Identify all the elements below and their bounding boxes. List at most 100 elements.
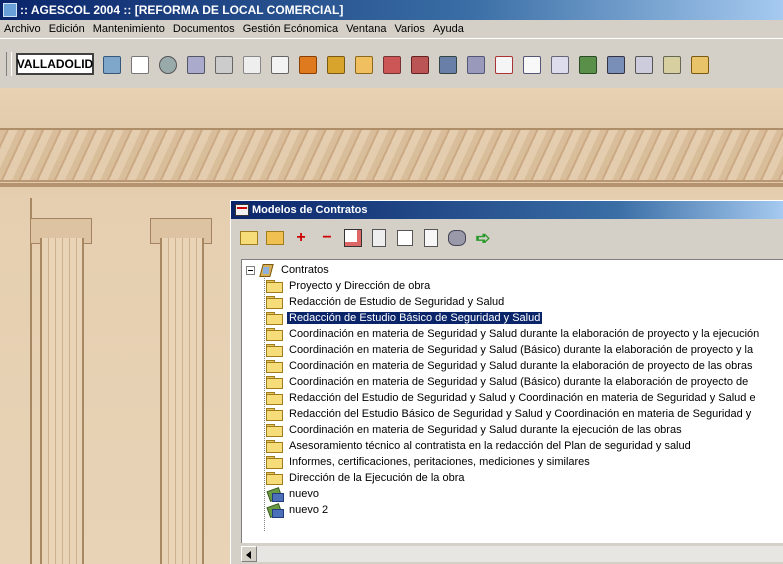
main-toolbar: VALLADOLID (0, 38, 783, 88)
new-document-icon (131, 55, 149, 74)
toolbar-button-8[interactable] (296, 53, 318, 75)
tree-item[interactable]: Dirección de la Ejecución de la obra (266, 470, 467, 486)
toolbar-button-12[interactable] (408, 53, 430, 75)
tree-item[interactable]: nuevo 2 (266, 502, 330, 518)
menu-ventana[interactable]: Ventana (342, 23, 390, 35)
tree-item[interactable]: Coordinación en materia de Seguridad y S… (266, 374, 750, 390)
tree-item[interactable]: Redacción del Estudio de Seguridad y Sal… (266, 390, 758, 406)
remove-button[interactable]: − (317, 228, 337, 248)
tree-connector-line (264, 273, 265, 531)
edit-button[interactable] (343, 228, 363, 248)
exit-arrow-icon: ➪ (475, 227, 491, 248)
contracts-icon (258, 263, 275, 277)
toolbar-button-18[interactable] (576, 53, 598, 75)
app-title: :: AGESCOL 2004 :: [REFORMA DE LOCAL COM… (20, 3, 344, 17)
menu-ayuda[interactable]: Ayuda (429, 23, 468, 35)
arch-frieze (0, 128, 783, 182)
menu-gestion-economica[interactable]: Gestión Ecónomica (239, 23, 342, 35)
clipboard-icon (663, 55, 681, 74)
toolbar-button-5[interactable] (212, 53, 234, 75)
tree-item[interactable]: nuevo (266, 486, 321, 502)
window-toolbar: + − ➪ (231, 219, 783, 257)
scroll-left-button[interactable] (241, 546, 257, 562)
add-button[interactable]: + (291, 228, 311, 248)
open-folder-button[interactable] (239, 228, 259, 248)
tree-item-label: Redacción de Estudio Básico de Seguridad… (285, 311, 544, 325)
wizard-button[interactable] (395, 228, 415, 248)
toolbar-button-20[interactable] (632, 53, 654, 75)
column-left (40, 238, 84, 564)
menu-varios[interactable]: Varios (390, 23, 428, 35)
toolbar-button-15[interactable] (492, 53, 514, 75)
city-selector[interactable]: VALLADOLID (16, 52, 94, 75)
toolbar-button-11[interactable] (380, 53, 402, 75)
toolbar-button-2[interactable] (128, 53, 150, 75)
tree-root-label: Contratos (281, 264, 329, 276)
collapse-toggle-icon[interactable] (246, 265, 255, 275)
toolbar-grip (6, 51, 12, 76)
menu-mantenimiento[interactable]: Mantenimiento (89, 23, 169, 35)
document-button[interactable] (421, 228, 441, 248)
folder-icon (266, 472, 283, 485)
toolbar-button-22[interactable] (688, 53, 710, 75)
chart-icon (411, 55, 429, 74)
toolbar-button-13[interactable] (436, 53, 458, 75)
toolbar-button-7[interactable] (268, 53, 290, 75)
form-icon (243, 55, 261, 74)
tree-item[interactable]: Coordinación en materia de Seguridad y S… (266, 342, 755, 358)
tree-item[interactable]: Proyecto y Dirección de obra (266, 278, 432, 294)
window-title-bar[interactable]: Modelos de Contratos (231, 201, 783, 219)
horizontal-scrollbar[interactable] (241, 545, 783, 562)
contracts-tree[interactable]: Contratos Proyecto y Dirección de obra R… (241, 259, 783, 543)
wizard-icon (397, 230, 413, 246)
tree-item[interactable]: Asesoramiento técnico al contratista en … (266, 438, 693, 454)
toolbar-button-1[interactable] (100, 53, 122, 75)
toolbar-button-3[interactable] (156, 53, 178, 75)
photo-icon (579, 55, 597, 74)
tree-item[interactable]: Coordinación en materia de Seguridad y S… (266, 358, 755, 374)
document-search-icon (523, 55, 541, 74)
app-title-bar[interactable]: :: AGESCOL 2004 :: [REFORMA DE LOCAL COM… (0, 0, 783, 20)
tree-item[interactable]: Redacción de Estudio de Seguridad y Salu… (266, 294, 506, 310)
database-button[interactable] (447, 228, 467, 248)
exit-button[interactable]: ➪ (473, 228, 493, 248)
folder-icon (266, 392, 283, 405)
tree-item[interactable]: Coordinación en materia de Seguridad y S… (266, 422, 684, 438)
toolbar-button-16[interactable] (520, 53, 542, 75)
folder-icon (266, 344, 283, 357)
toolbar-button-17[interactable] (548, 53, 570, 75)
toolbar-button-6[interactable] (240, 53, 262, 75)
toolbar-button-4[interactable] (184, 53, 206, 75)
tree-item[interactable]: Informes, certificaciones, peritaciones,… (266, 454, 592, 470)
contract-icon (383, 55, 401, 74)
eraser-icon (551, 55, 569, 74)
tree-item-label: Coordinación en materia de Seguridad y S… (289, 424, 682, 436)
tree-item[interactable]: Redacción del Estudio Básico de Segurida… (266, 406, 753, 422)
calendar-icon (103, 55, 121, 74)
toolbar-button-9[interactable] (324, 53, 346, 75)
menu-edicion[interactable]: Edición (45, 23, 89, 35)
menu-bar: Archivo Edición Mantenimiento Documentos… (0, 20, 783, 38)
new-folder-button[interactable] (265, 228, 285, 248)
tree-item-label: Informes, certificaciones, peritaciones,… (289, 456, 590, 468)
drawing-icon (607, 55, 625, 74)
tree-item-label: Coordinación en materia de Seguridad y S… (289, 344, 754, 356)
folder-icon (266, 376, 283, 389)
tree-item-label: Redacción del Estudio Básico de Segurida… (289, 408, 752, 420)
toolbar-button-14[interactable] (464, 53, 486, 75)
toolbar-button-10[interactable] (352, 53, 374, 75)
copy-button[interactable] (369, 228, 389, 248)
document-icon (266, 487, 284, 502)
toolbar-button-19[interactable] (604, 53, 626, 75)
books-icon (327, 55, 345, 74)
menu-documentos[interactable]: Documentos (169, 23, 239, 35)
toolbar-button-21[interactable] (660, 53, 682, 75)
contract-models-window: Modelos de Contratos + − ➪ Contratos Pro… (230, 200, 783, 564)
tree-root[interactable]: Contratos (246, 262, 331, 278)
tree-item-selected[interactable]: Redacción de Estudio Básico de Seguridad… (266, 310, 544, 326)
menu-archivo[interactable]: Archivo (0, 23, 45, 35)
invoice-icon (495, 55, 513, 74)
tree-item[interactable]: Coordinación en materia de Seguridad y S… (266, 326, 761, 342)
tree-item-label: Coordinación en materia de Seguridad y S… (289, 328, 760, 340)
app-icon (3, 3, 17, 17)
